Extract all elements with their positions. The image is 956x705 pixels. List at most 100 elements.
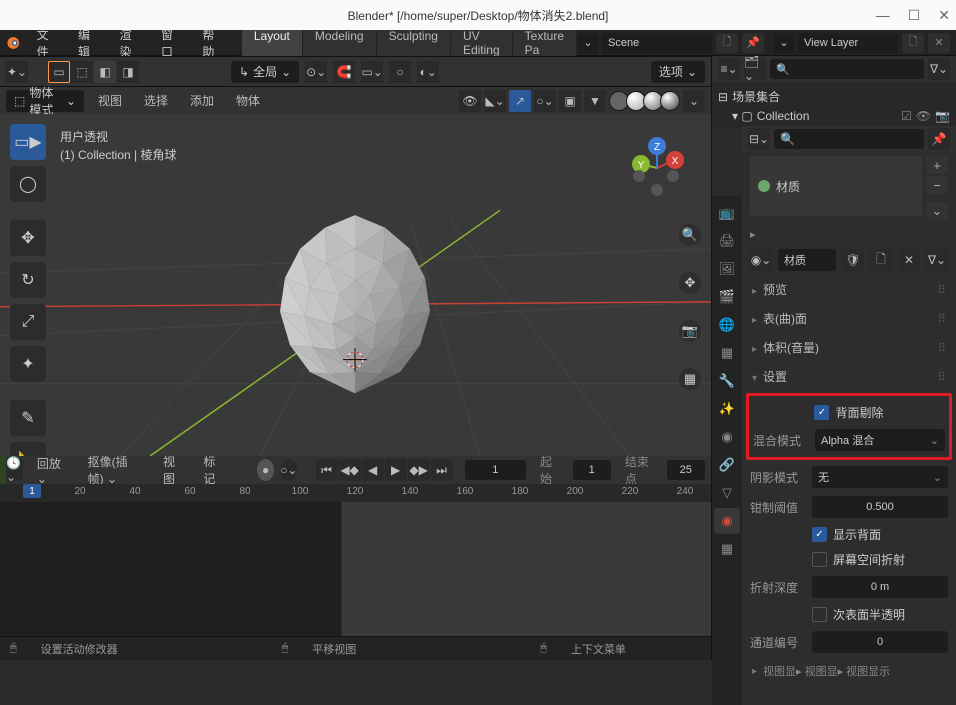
blender-logo-icon[interactable] xyxy=(6,34,21,52)
pass-index-field[interactable]: 0 xyxy=(812,631,948,653)
view-layer-field[interactable]: View Layer xyxy=(798,33,898,53)
menu-view[interactable]: 视图 xyxy=(90,89,130,112)
outliner-display-icon[interactable]: 🗂⌄ xyxy=(744,58,766,80)
shield-icon[interactable]: 🛡 xyxy=(842,249,864,271)
pivot-icon[interactable]: ⊙⌄ xyxy=(305,61,327,83)
autokey-drop-icon[interactable]: ○⌄ xyxy=(280,459,297,481)
section-surface[interactable]: 表(曲)面⠿ xyxy=(750,304,948,333)
scene-field[interactable]: Scene xyxy=(602,33,712,53)
ssr-checkbox[interactable] xyxy=(812,552,827,567)
prop-drop-icon[interactable]: ◐⌄ xyxy=(417,61,439,83)
menu-object[interactable]: 物体 xyxy=(228,89,268,112)
clip-threshold-field[interactable]: 0.500 xyxy=(812,496,948,518)
tool-move[interactable]: ✥ xyxy=(10,220,46,256)
jump-start-icon[interactable]: ⏮ xyxy=(316,459,338,481)
tool-annotate[interactable]: ✎ xyxy=(10,400,46,436)
node-drop-icon[interactable]: ∇⌄ xyxy=(926,249,948,271)
tl-playback[interactable]: 回放 ⌄ xyxy=(29,452,74,489)
new-material-button[interactable]: 🗋 xyxy=(870,249,892,271)
subsurface-checkbox[interactable] xyxy=(812,607,827,622)
backface-cull-checkbox[interactable]: ✓ xyxy=(814,405,829,420)
minimize-icon[interactable]: — xyxy=(876,7,890,24)
material-name-field[interactable]: 材质 xyxy=(778,249,836,271)
browse-material-icon[interactable]: ◉⌄ xyxy=(750,249,772,271)
pin-scene-button[interactable]: 📌 xyxy=(742,33,764,53)
tool-transform[interactable]: ✦ xyxy=(10,346,46,382)
outliner-filter-icon[interactable]: ∇⌄ xyxy=(928,58,950,80)
unlink-material-button[interactable]: ✕ xyxy=(898,249,920,271)
show-backface-checkbox[interactable]: ✓ xyxy=(812,527,827,542)
blend-mode-field[interactable]: Alpha 混合 xyxy=(815,429,945,451)
snap-icon[interactable]: 🧲 xyxy=(333,61,355,83)
tool-select[interactable]: ▭▶ xyxy=(10,124,46,160)
tool-rotate[interactable]: ↻ xyxy=(10,262,46,298)
exclude-icon[interactable]: ☑ xyxy=(901,109,912,123)
xray-drop[interactable]: ▼ xyxy=(584,90,606,112)
overlays-drop[interactable]: ○⌄ xyxy=(534,90,556,112)
rendered-shading[interactable] xyxy=(660,91,680,111)
section-view-overlays[interactable]: 视图显▸ 视图显▸ 视图显示 xyxy=(750,657,948,685)
jump-end-icon[interactable]: ⏭ xyxy=(431,459,453,481)
shading-drop[interactable]: ⌄ xyxy=(683,90,705,112)
shadow-mode-field[interactable]: 无 xyxy=(812,466,948,488)
tab-view-layer[interactable]: 🖼 xyxy=(714,256,740,282)
tab-texture[interactable]: ▦ xyxy=(714,536,740,562)
select-intersect-icon[interactable]: ◨ xyxy=(117,61,139,83)
remove-material-slot[interactable]: − xyxy=(926,176,948,194)
play-icon[interactable]: ▶ xyxy=(385,459,407,481)
editor-type-icon[interactable]: ✦⌄ xyxy=(6,61,28,83)
start-frame-field[interactable]: 1 xyxy=(573,460,611,480)
tab-output[interactable]: 🖨 xyxy=(714,228,740,254)
close-icon[interactable]: ✕ xyxy=(938,7,950,24)
menu-select[interactable]: 选择 xyxy=(136,89,176,112)
prev-key-icon[interactable]: ◀︎◆ xyxy=(339,459,361,481)
tab-render[interactable]: 📺 xyxy=(714,200,740,226)
current-frame-field[interactable]: 1 xyxy=(465,460,526,480)
maximize-icon[interactable]: ☐ xyxy=(908,7,921,24)
tab-constraints[interactable]: 🔗 xyxy=(714,452,740,478)
props-type-icon[interactable]: ⊟⌄ xyxy=(748,128,770,150)
new-layer-button[interactable]: 🗋 xyxy=(902,33,924,53)
section-settings[interactable]: 设置⠿ xyxy=(750,362,948,391)
tab-data[interactable]: ▽ xyxy=(714,480,740,506)
tab-physics[interactable]: ◉ xyxy=(714,424,740,450)
options-menu[interactable]: 选项 ⌄ xyxy=(651,61,705,83)
material-slot[interactable]: 材质 xyxy=(750,156,922,216)
select-box-icon[interactable]: ⬚ xyxy=(71,61,93,83)
select-invert-icon[interactable]: ◧ xyxy=(94,61,116,83)
outliner-collection[interactable]: ▾ ▢ Collection ☑👁📷 xyxy=(718,107,950,125)
play-reverse-icon[interactable]: ◀ xyxy=(362,459,384,481)
nav-gizmo[interactable]: X Y Z xyxy=(623,134,691,202)
outliner-search[interactable]: 🔍 xyxy=(770,59,924,79)
autokey-icon[interactable]: ● xyxy=(257,459,274,481)
section-volume[interactable]: 体积(音量)⠿ xyxy=(750,333,948,362)
tab-scene[interactable]: 🎬 xyxy=(714,284,740,310)
visibility-icon[interactable]: 👁 xyxy=(916,109,931,123)
camera-icon[interactable]: 📷 xyxy=(679,320,701,342)
tab-world[interactable]: 🌐 xyxy=(714,312,740,338)
tool-cursor[interactable]: ◯ xyxy=(10,166,46,202)
browse-scene-icon[interactable]: ⌄ xyxy=(578,33,598,53)
browse-layer-icon[interactable]: ⌄ xyxy=(774,33,794,53)
frame-cursor[interactable]: 1 xyxy=(23,484,41,498)
snap-drop-icon[interactable]: ▭⌄ xyxy=(361,61,383,83)
tool-measure[interactable]: 📐 xyxy=(10,442,46,456)
proportional-icon[interactable]: ○ xyxy=(389,61,411,83)
tool-scale[interactable]: ⤢ xyxy=(10,304,46,340)
tab-modifiers[interactable]: 🔧 xyxy=(714,368,740,394)
props-search[interactable]: 🔍 xyxy=(774,129,924,149)
refraction-depth-field[interactable]: 0 m xyxy=(812,576,948,598)
visibility-icon[interactable]: 👁 xyxy=(459,90,481,112)
props-pin-icon[interactable]: 📌 xyxy=(928,128,950,150)
timeline-editor-icon[interactable]: 🕓⌄ xyxy=(6,459,23,481)
outliner-type-icon[interactable]: ≡⌄ xyxy=(718,58,740,80)
menu-add[interactable]: 添加 xyxy=(182,89,222,112)
transform-orientation[interactable]: ↳ 全局 ⌄ xyxy=(231,61,299,83)
zoom-icon[interactable]: 🔍 xyxy=(679,224,701,246)
overlays-icon[interactable]: ↗ xyxy=(509,90,531,112)
mode-selector[interactable]: ⬚ 物体模式 ⌄ xyxy=(6,90,84,112)
persp-ortho-icon[interactable]: ▦ xyxy=(679,368,701,390)
new-scene-button[interactable]: 🗋 xyxy=(716,33,738,53)
render-icon[interactable]: 📷 xyxy=(935,109,950,123)
xray-icon[interactable]: ▣ xyxy=(559,90,581,112)
